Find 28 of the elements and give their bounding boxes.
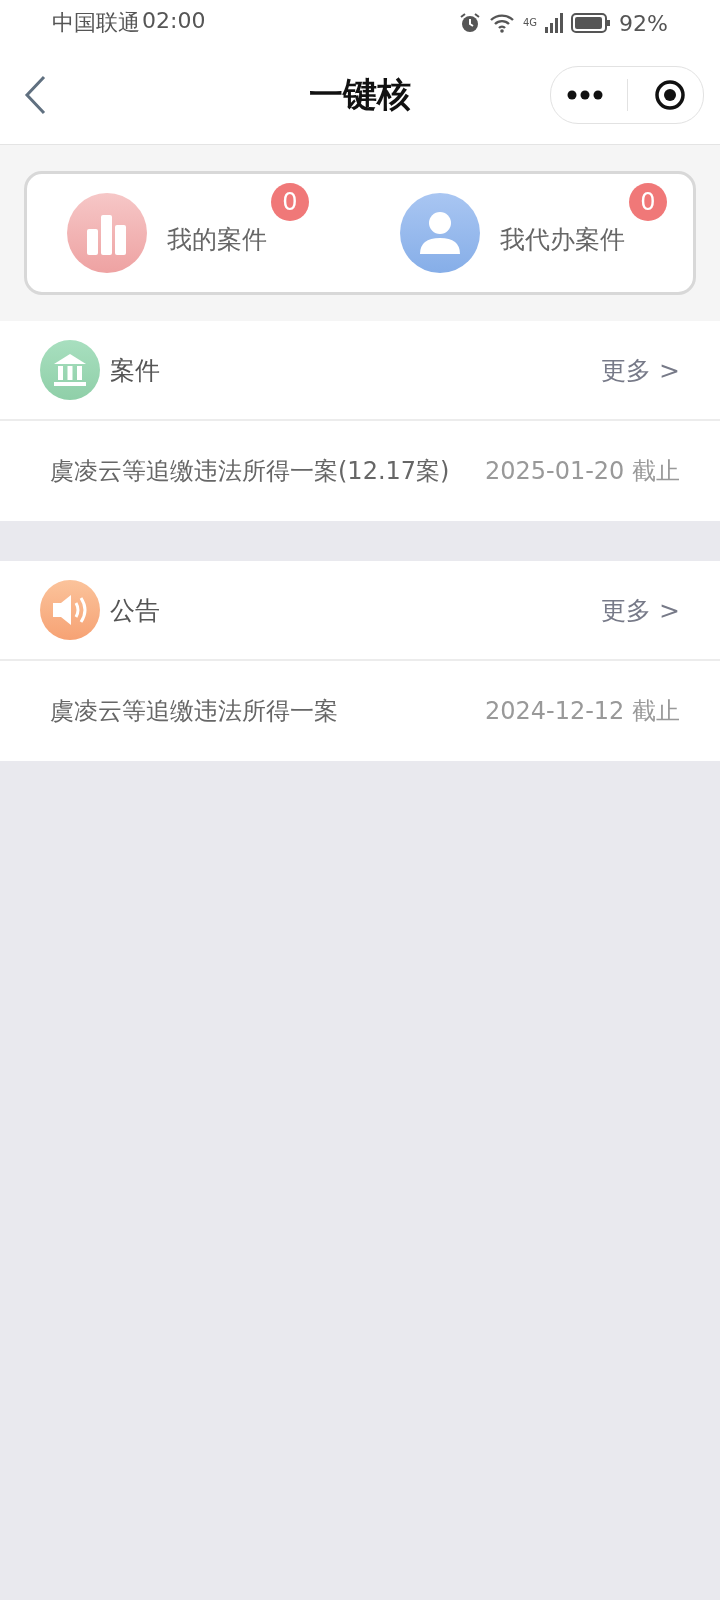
- battery-icon: [571, 12, 612, 34]
- battery-level: 92%: [619, 10, 668, 36]
- item-deadline: 2024-12-12 截止: [484, 696, 680, 727]
- alarm-icon: [458, 12, 481, 34]
- more-link[interactable]: 更多 >: [601, 353, 680, 387]
- shortcut-tile[interactable]: 我的案件 0: [27, 174, 360, 292]
- more-link[interactable]: 更多 >: [601, 593, 680, 627]
- item-title: 虞凌云等追缴违法所得一案: [50, 696, 338, 727]
- shortcut-tile[interactable]: 我代办案件 0: [360, 174, 693, 292]
- list-item[interactable]: 虞凌云等追缴违法所得一案 2024-12-12 截止: [0, 661, 720, 761]
- section-title: 公告: [110, 594, 160, 627]
- shortcut-label: 我代办案件: [500, 224, 625, 254]
- shortcut-label: 我的案件: [167, 224, 267, 254]
- count-badge: 0: [271, 182, 309, 221]
- wifi-icon: [488, 13, 515, 33]
- signal-icon: [545, 13, 564, 33]
- status-time: 02:00: [142, 8, 206, 35]
- speaker-icon: [40, 580, 100, 640]
- carrier-name: 中国联通: [52, 9, 140, 37]
- section-title: 案件: [110, 354, 160, 387]
- item-deadline: 2025-01-20 截止: [484, 456, 680, 487]
- count-badge: 0: [629, 182, 667, 221]
- item-title: 虞凌云等追缴违法所得一案(12.17案): [50, 456, 450, 487]
- network-label: 4G: [522, 16, 538, 28]
- back-icon[interactable]: [24, 75, 46, 115]
- page-title: 一键核: [309, 73, 411, 116]
- list-item[interactable]: 虞凌云等追缴违法所得一案(12.17案) 2025-01-20 截止: [0, 421, 720, 521]
- bank-icon: [40, 340, 100, 400]
